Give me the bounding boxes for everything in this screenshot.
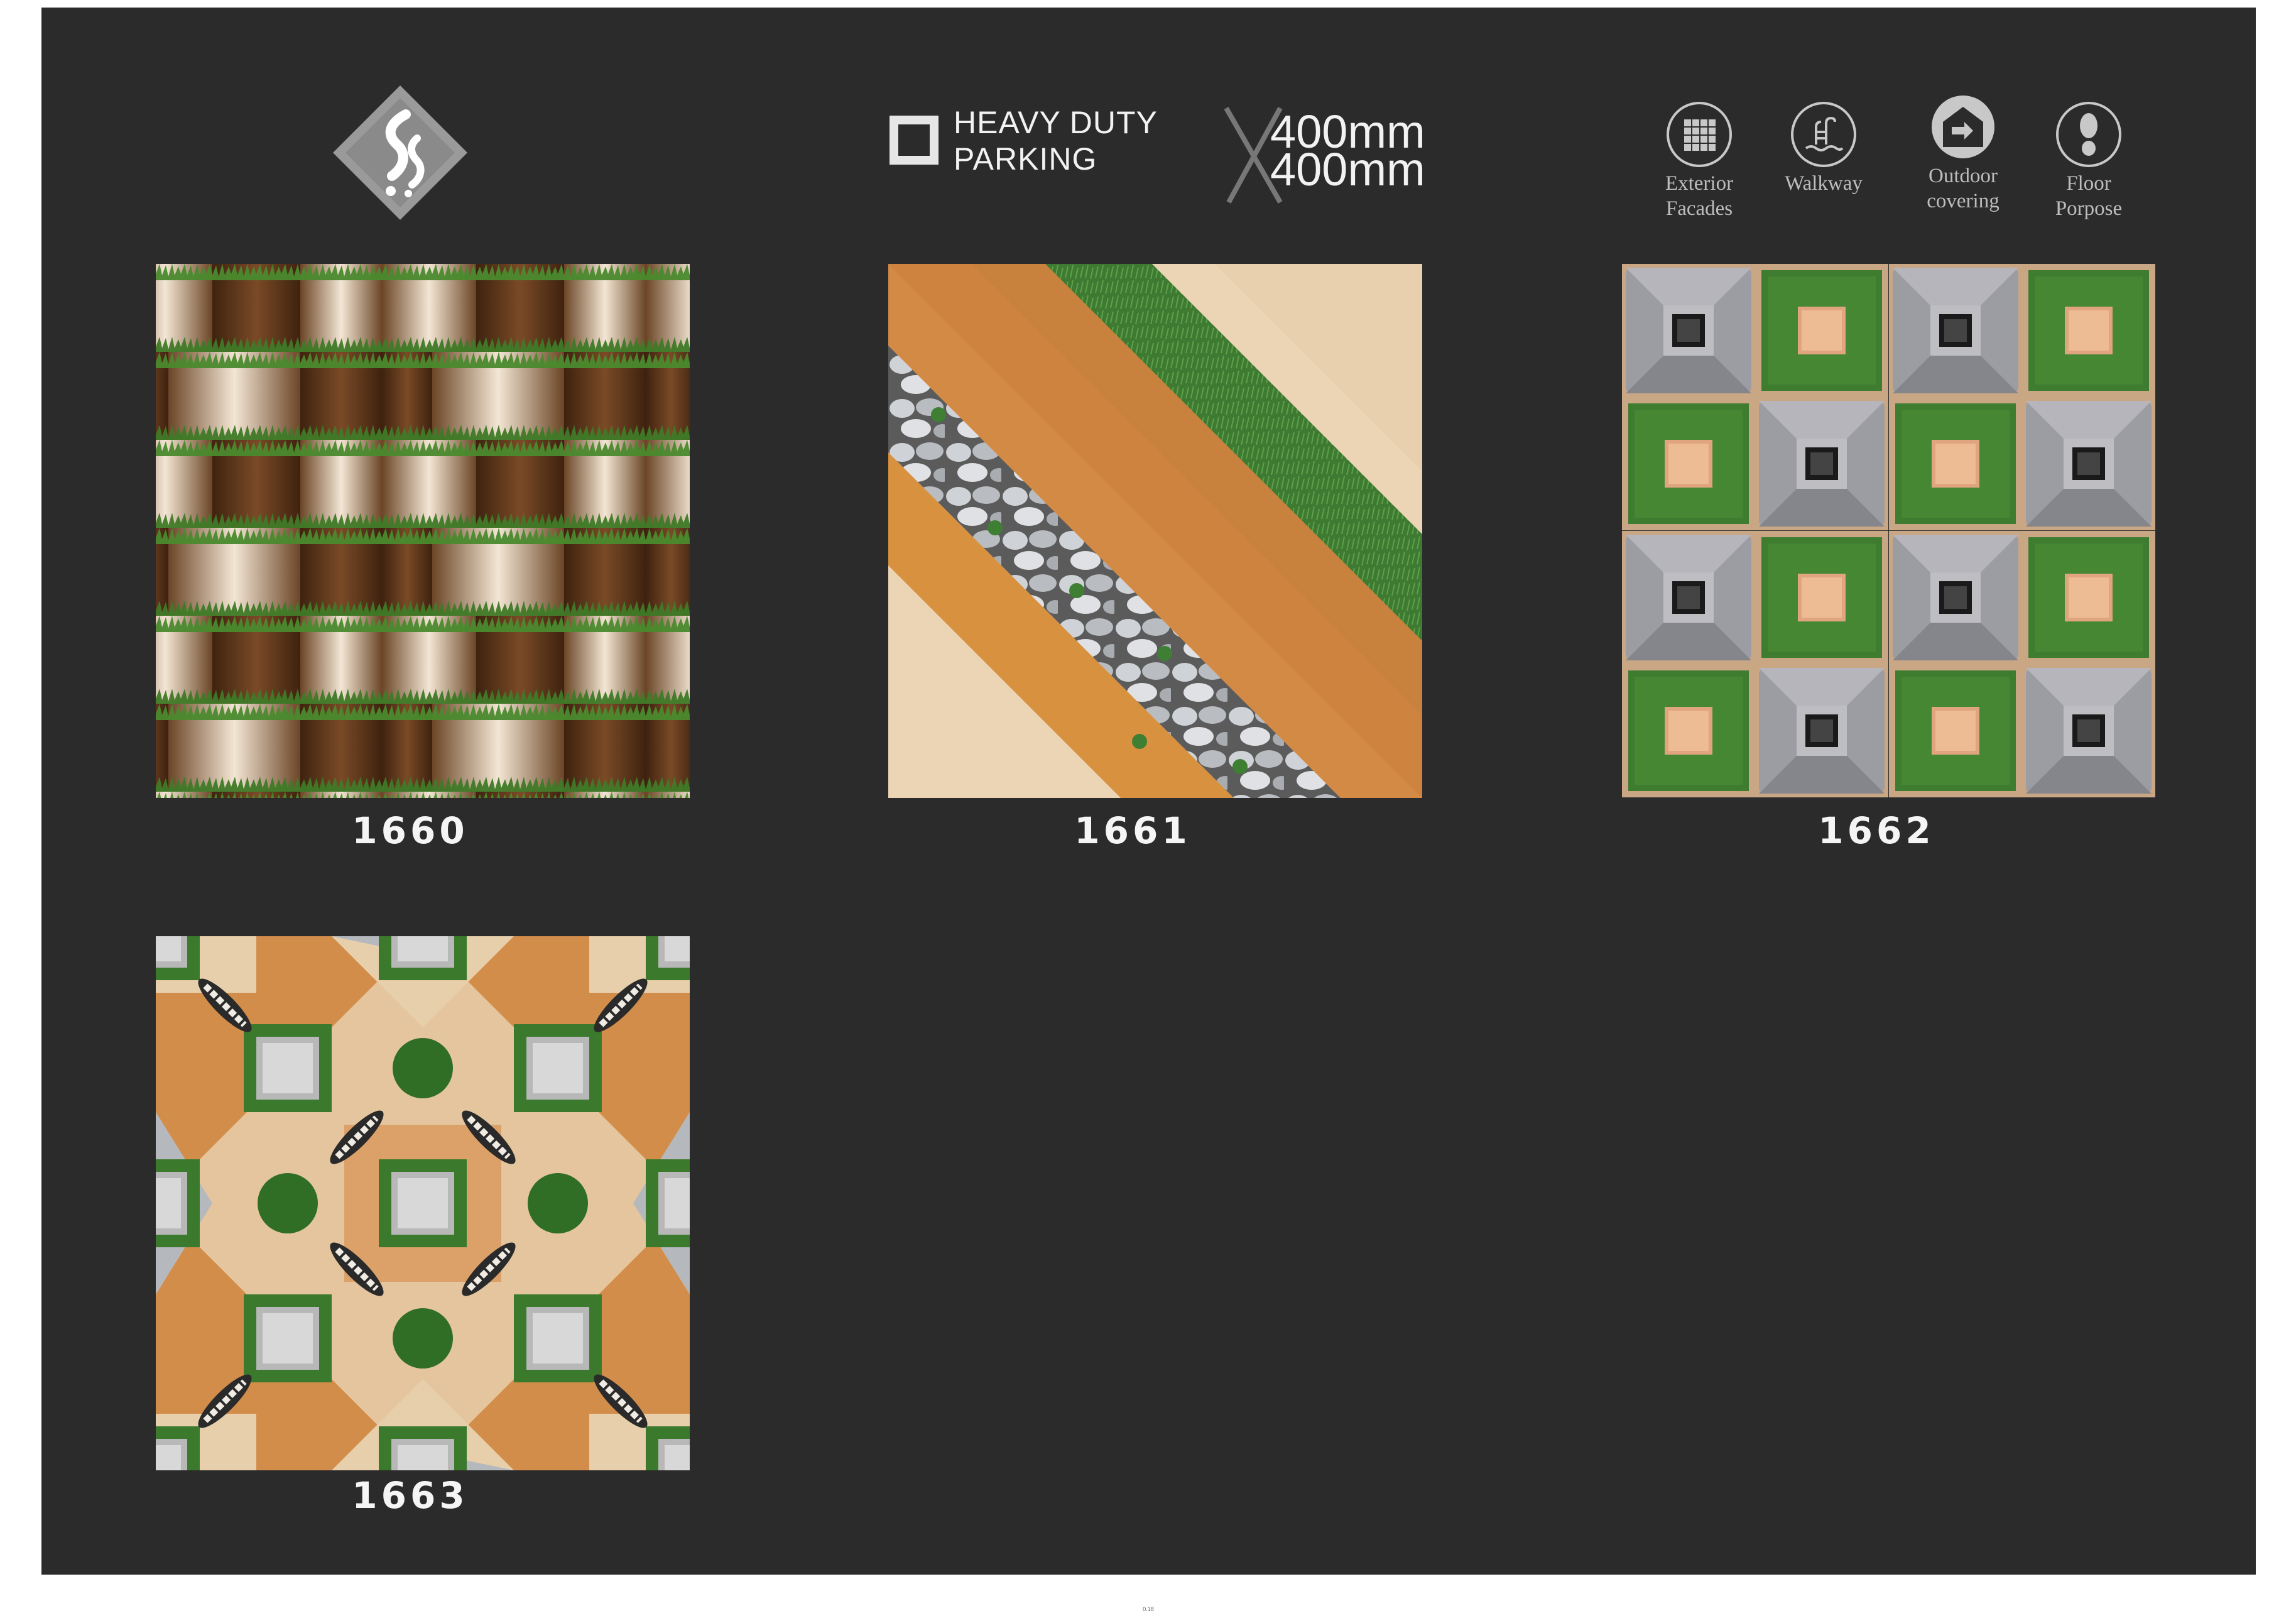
usage-label-2a: Walkway — [1785, 172, 1863, 195]
spec-line-2: PARKING — [954, 141, 1097, 177]
tile-1661-image — [888, 264, 1422, 798]
heavy-duty-square-icon — [890, 116, 939, 165]
tile-code-1663: 1663 — [352, 1474, 469, 1517]
usage-label-4b: Porpose — [2055, 197, 2123, 220]
usage-label-3b: covering — [1927, 190, 1999, 212]
brand-logo-icon — [332, 84, 469, 221]
pool-ladder-icon — [1790, 101, 1858, 168]
tile-1663-image — [156, 936, 690, 1470]
spec-line-1: HEAVY DUTY — [954, 105, 1158, 140]
tile-code-1660: 1660 — [352, 809, 469, 852]
tile-code-1661: 1661 — [1074, 809, 1191, 852]
usage-floor-porpose: Floor Porpose — [2035, 101, 2142, 221]
usage-outdoor-covering: Outdoor covering — [1910, 93, 2016, 214]
grid-tile-icon — [1665, 101, 1733, 168]
usage-label-3a: Outdoor — [1929, 165, 1998, 187]
usage-label-1a: Exterior — [1665, 172, 1734, 195]
usage-walkway: Walkway — [1770, 101, 1877, 196]
tile-code-1662: 1662 — [1818, 809, 1935, 852]
outdoor-house-icon — [1929, 93, 1997, 161]
spec-label: HEAVY DUTY PARKING — [954, 104, 1158, 177]
usage-exterior-facades: Exterior Facades — [1646, 101, 1753, 221]
usage-label-1b: Facades — [1665, 197, 1733, 220]
usage-label-4a: Floor — [2066, 172, 2111, 195]
tile-1660-image — [156, 264, 690, 798]
size-height: 400mm — [1270, 143, 1425, 195]
footprint-icon — [2055, 101, 2123, 168]
tile-size: 400mm 400mm — [1270, 109, 1425, 195]
page-number: 0.18 — [1143, 1606, 1154, 1612]
tile-1662-image — [1622, 264, 2156, 798]
